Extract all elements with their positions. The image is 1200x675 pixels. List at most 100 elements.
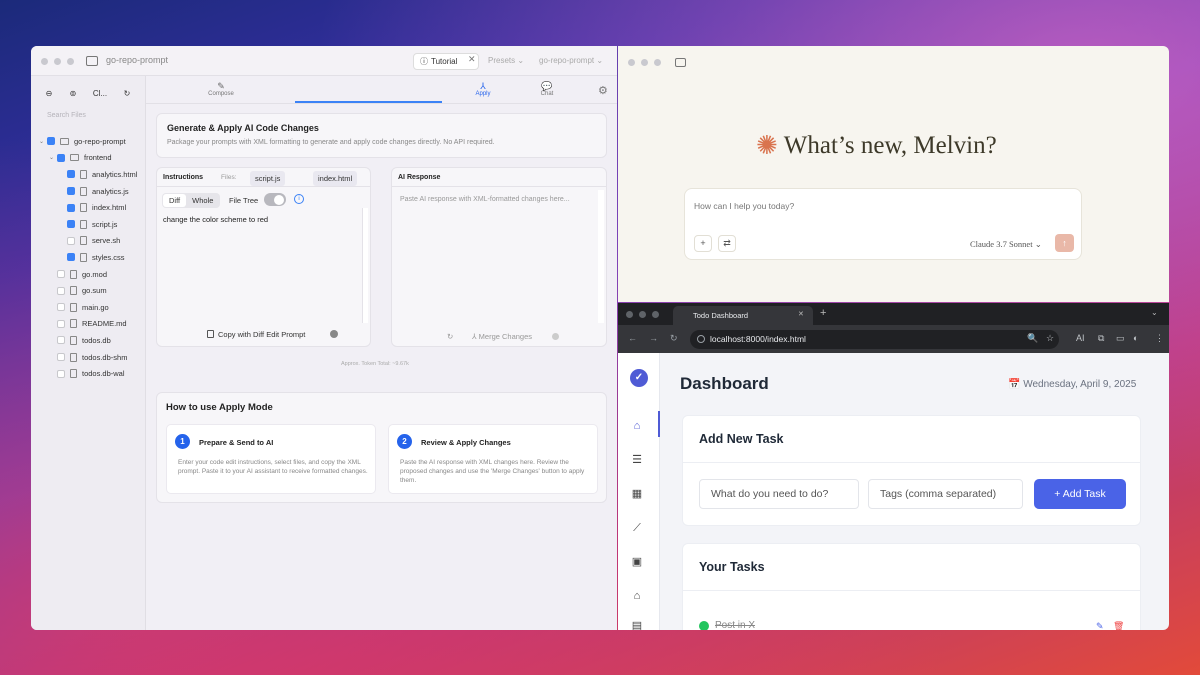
merge-changes-button[interactable]: ⅄ Merge Changes	[472, 332, 532, 341]
tree-row[interactable]: go.mod	[31, 266, 146, 283]
instructions-textarea[interactable]: change the color scheme to red	[163, 215, 268, 224]
tree-row[interactable]: todos.db-wal	[31, 365, 146, 382]
copy-prompt-button[interactable]: Copy with Diff Edit Prompt	[207, 330, 305, 339]
repo-dropdown[interactable]: go-repo-prompt ⌄	[539, 56, 603, 65]
extensions-icon[interactable]: ⧉	[1098, 333, 1104, 344]
file-checkbox[interactable]	[57, 270, 65, 279]
add-task-button[interactable]: + Add Task	[1034, 479, 1126, 509]
clear-button[interactable]: Cl...	[87, 84, 113, 102]
ai-response-textarea[interactable]: Paste AI response with XML-formatted cha…	[400, 196, 570, 203]
analytics-icon[interactable]: ⟋	[630, 521, 644, 535]
calendar-icon[interactable]: ▦	[630, 487, 644, 501]
sidebar-toggle-icon[interactable]	[86, 56, 98, 66]
deselect-all-button[interactable]: ⊖	[39, 84, 59, 102]
tools-icon[interactable]: ⇄	[718, 235, 736, 252]
model-selector[interactable]: Claude 3.7 Sonnet ⌄	[970, 239, 1042, 250]
tree-row[interactable]: README.md	[31, 316, 146, 333]
tab-close-icon[interactable]: ✕	[798, 310, 804, 318]
instructions-scrollbar[interactable]	[362, 208, 368, 323]
tree-row[interactable]: ⌄ go-repo-prompt	[31, 133, 146, 150]
chat-input[interactable]: How can I help you today?	[694, 201, 794, 211]
forward-icon[interactable]: →	[649, 333, 658, 343]
file-checkbox[interactable]	[57, 336, 65, 345]
house-icon[interactable]: ⌂	[630, 589, 644, 603]
info-icon[interactable]: i	[294, 194, 304, 204]
select-folder-button[interactable]: ⊚	[63, 84, 83, 102]
home-icon[interactable]: ⌂	[630, 419, 644, 433]
ai-extension-icon[interactable]: AI	[1076, 333, 1085, 343]
site-info-icon[interactable]	[697, 335, 705, 343]
file-checkbox[interactable]	[57, 286, 65, 295]
window-controls[interactable]	[41, 58, 74, 65]
file-checkbox[interactable]	[57, 153, 65, 162]
segment-whole[interactable]: Whole	[186, 194, 219, 207]
new-tab-icon[interactable]: +	[820, 307, 826, 319]
tree-row[interactable]: todos.db	[31, 332, 146, 349]
response-scrollbar[interactable]	[598, 190, 604, 323]
menu-icon[interactable]: ⋮	[1155, 333, 1164, 344]
tree-row[interactable]: ⌄ frontend	[31, 150, 146, 167]
chevron-down-icon[interactable]: ⌄	[49, 154, 57, 161]
tab-apply[interactable]: ⅄ Apply	[458, 81, 508, 97]
browser-tab[interactable]: Todo Dashboard	[673, 306, 813, 325]
window-controls[interactable]	[628, 59, 661, 66]
file-checkbox[interactable]	[47, 137, 55, 146]
file-chip[interactable]: script.js	[250, 171, 286, 186]
tree-row[interactable]: analytics.html	[31, 166, 146, 183]
chevron-down-icon[interactable]: ⌄	[39, 138, 47, 145]
refresh-icon[interactable]: ↻	[447, 332, 453, 341]
file-checkbox[interactable]	[67, 220, 75, 229]
tree-row[interactable]: styles.css	[31, 249, 146, 266]
file-tree-toggle[interactable]	[264, 193, 286, 206]
tree-row[interactable]: analytics.js	[31, 183, 146, 200]
tab-compose[interactable]: ✎ Compose	[196, 81, 246, 97]
gear-icon[interactable]: ⚙	[598, 84, 608, 97]
window-controls[interactable]	[626, 311, 659, 318]
edit-icon[interactable]: ✎	[1096, 621, 1104, 630]
search-files-input[interactable]: Search Files	[47, 112, 86, 119]
send-button[interactable]: ↑	[1055, 234, 1074, 252]
file-checkbox[interactable]	[57, 353, 65, 362]
clear-response-icon[interactable]	[552, 333, 559, 340]
task-item[interactable]: Post in X	[699, 620, 755, 630]
plus-icon[interactable]: +	[694, 235, 712, 252]
tutorial-close-icon[interactable]: ✕	[468, 54, 476, 65]
file-checkbox[interactable]	[57, 369, 65, 378]
profile-icon[interactable]: ◐	[1133, 333, 1138, 343]
file-checkbox[interactable]	[67, 203, 75, 212]
file-checkbox[interactable]	[57, 319, 65, 328]
presets-dropdown[interactable]: Presets ⌄	[488, 56, 524, 65]
file-checkbox[interactable]	[67, 187, 75, 196]
sidebar-toggle-icon[interactable]	[675, 58, 686, 67]
app-logo-icon[interactable]: ✓	[630, 369, 648, 387]
tab-chat[interactable]: 💬 Chat	[522, 81, 572, 97]
zoom-icon[interactable]: 🔍	[1027, 333, 1038, 344]
tags-input[interactable]: Tags (comma separated)	[868, 479, 1023, 509]
reload-icon[interactable]: ↻	[670, 333, 678, 344]
tree-row[interactable]: go.sum	[31, 282, 146, 299]
segment-diff[interactable]: Diff	[163, 194, 187, 207]
back-icon[interactable]: ←	[628, 333, 637, 343]
tree-row[interactable]: main.go	[31, 299, 146, 316]
refresh-button[interactable]: ↻	[117, 84, 137, 102]
address-bar[interactable]: localhost:8000/index.html	[690, 330, 1059, 349]
close-icon[interactable]	[330, 330, 338, 338]
file-checkbox[interactable]	[67, 236, 75, 245]
tasks-icon[interactable]: ☰	[630, 453, 644, 467]
tab-search-icon[interactable]: ⌄	[1151, 308, 1158, 317]
file-checkbox[interactable]	[57, 303, 65, 312]
tree-row[interactable]: index.html	[31, 199, 146, 216]
tree-row[interactable]: script.js	[31, 216, 146, 233]
sidepanel-icon[interactable]: ▭	[1116, 333, 1125, 344]
file-chip[interactable]: index.html	[313, 171, 358, 186]
trash-icon[interactable]: 🗑	[1113, 621, 1124, 630]
list-icon[interactable]: ▤	[630, 619, 644, 630]
file-checkbox[interactable]	[67, 253, 75, 262]
tree-row[interactable]: todos.db-shm	[31, 349, 146, 366]
task-input[interactable]: What do you need to do?	[699, 479, 859, 509]
file-checkbox[interactable]	[67, 170, 75, 179]
bookmark-star-icon[interactable]: ☆	[1046, 333, 1054, 344]
task-complete-checkbox[interactable]	[699, 620, 709, 630]
briefcase-icon[interactable]: ▣	[630, 555, 644, 569]
tree-row[interactable]: serve.sh	[31, 233, 146, 250]
